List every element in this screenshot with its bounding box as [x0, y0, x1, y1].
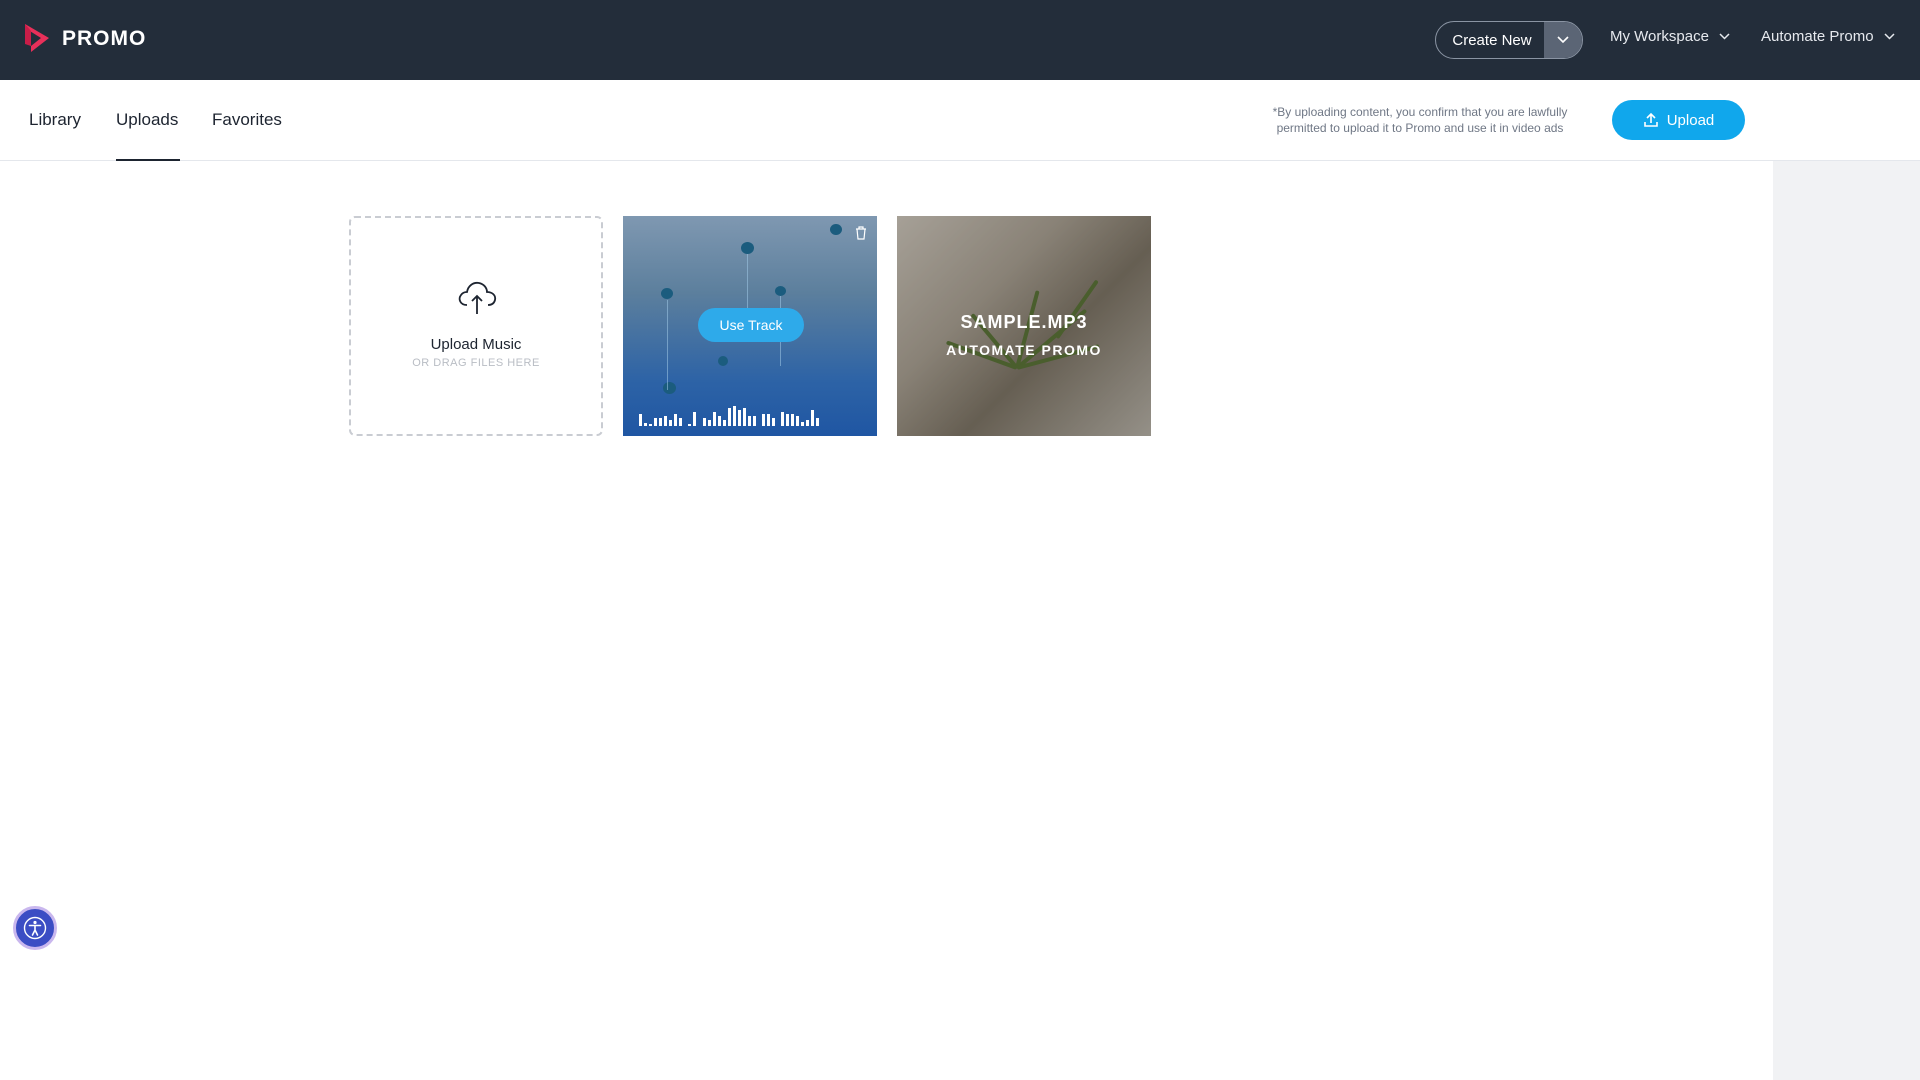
upload-disclaimer: *By uploading content, you confirm that … — [1272, 105, 1568, 135]
track-card[interactable]: Use Track — [623, 216, 877, 436]
sample-track-subtitle: AUTOMATE PROMO — [946, 342, 1102, 358]
upload-icon — [1643, 112, 1658, 127]
cloud-upload-icon — [458, 281, 497, 314]
top-bar: PROMO Create New My Workspace Automate P… — [0, 0, 1920, 80]
jellyfish-image-detail — [718, 356, 728, 366]
logo[interactable]: PROMO — [22, 22, 146, 56]
jellyfish-image-detail — [741, 242, 754, 254]
create-new-label[interactable]: Create New — [1436, 22, 1544, 58]
create-new-button[interactable]: Create New — [1435, 21, 1583, 59]
tab-uploads[interactable]: Uploads — [116, 110, 180, 161]
use-track-button[interactable]: Use Track — [698, 308, 804, 342]
track-waveform — [639, 404, 861, 426]
upload-music-dropzone[interactable]: Upload Music OR DRAG FILES HERE — [349, 216, 603, 436]
sample-track-title: SAMPLE.MP3 — [960, 312, 1088, 332]
chevron-down-icon — [1719, 33, 1730, 40]
tab-favorites[interactable]: Favorites — [212, 110, 282, 130]
trash-icon[interactable] — [855, 226, 867, 240]
account-label: Automate Promo — [1761, 28, 1874, 45]
promo-logo-icon — [25, 24, 49, 52]
tab-library[interactable]: Library — [29, 110, 81, 130]
workspace-label: My Workspace — [1610, 28, 1709, 45]
upload-button-label: Upload — [1666, 111, 1715, 129]
account-menu[interactable]: Automate Promo — [1761, 28, 1895, 45]
jellyfish-image-detail — [663, 382, 676, 394]
upload-music-title: Upload Music — [430, 336, 522, 353]
sample-track-card[interactable]: SAMPLE.MP3 AUTOMATE PROMO — [897, 216, 1151, 436]
jellyfish-image-detail — [667, 300, 668, 390]
upload-button[interactable]: Upload — [1612, 100, 1745, 140]
jellyfish-image-detail — [830, 224, 842, 235]
jellyfish-image-detail — [661, 288, 673, 299]
right-side-panel — [1773, 161, 1920, 1080]
jellyfish-image-detail — [775, 286, 786, 296]
sub-navigation: Library Uploads Favorites *By uploading … — [0, 80, 1920, 161]
upload-music-subtitle: OR DRAG FILES HERE — [412, 357, 540, 369]
accessibility-icon — [23, 916, 47, 940]
chevron-down-icon — [1884, 33, 1895, 40]
chevron-down-icon — [1557, 36, 1569, 44]
create-new-dropdown-toggle[interactable] — [1544, 22, 1582, 58]
logo-text: PROMO — [62, 27, 147, 50]
accessibility-button[interactable] — [13, 906, 57, 950]
workspace-menu[interactable]: My Workspace — [1610, 28, 1730, 45]
